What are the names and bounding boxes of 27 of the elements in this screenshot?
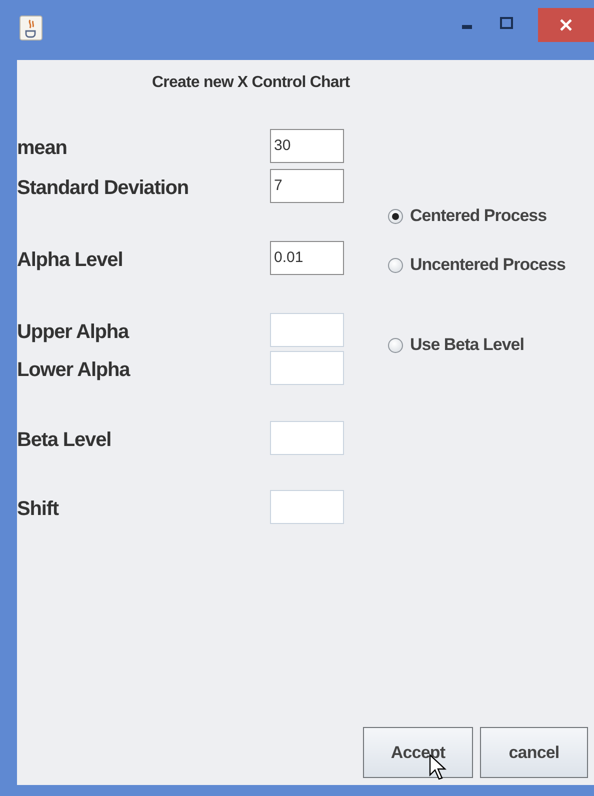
accept-button[interactable]: Accept bbox=[363, 727, 473, 778]
input-field[interactable] bbox=[270, 420, 344, 454]
radio-label: Use Beta Level bbox=[410, 335, 524, 355]
input-field[interactable] bbox=[270, 490, 344, 524]
input-field[interactable]: 7 bbox=[270, 168, 344, 202]
cup-icon bbox=[19, 15, 43, 41]
cancel-button[interactable]: cancel bbox=[480, 727, 588, 778]
field-label: Shift bbox=[17, 497, 60, 521]
field-label: Upper Alpha bbox=[17, 320, 130, 344]
field-label: Standard Deviation bbox=[17, 176, 190, 200]
radio-button[interactable] bbox=[388, 338, 403, 352]
radio-button[interactable] bbox=[388, 258, 403, 272]
radio-button[interactable] bbox=[388, 208, 403, 224]
field-label: Lower Alpha bbox=[17, 358, 132, 382]
field-label: mean bbox=[17, 136, 68, 160]
field-label: Beta Level bbox=[17, 428, 112, 452]
input-field[interactable] bbox=[270, 350, 344, 384]
close-button[interactable] bbox=[538, 8, 594, 42]
field-label: Alpha Level bbox=[17, 248, 124, 272]
radio-label: Centered Process bbox=[410, 206, 547, 226]
input-field[interactable] bbox=[270, 312, 344, 346]
input-field[interactable]: 0.01 bbox=[270, 240, 344, 274]
maximize-icon[interactable] bbox=[500, 17, 513, 29]
radio-label: Uncentered Process bbox=[410, 255, 566, 275]
input-field[interactable]: 30 bbox=[270, 128, 344, 162]
close-icon bbox=[560, 19, 572, 31]
dialog-heading: Create new X Control Chart bbox=[151, 72, 351, 92]
